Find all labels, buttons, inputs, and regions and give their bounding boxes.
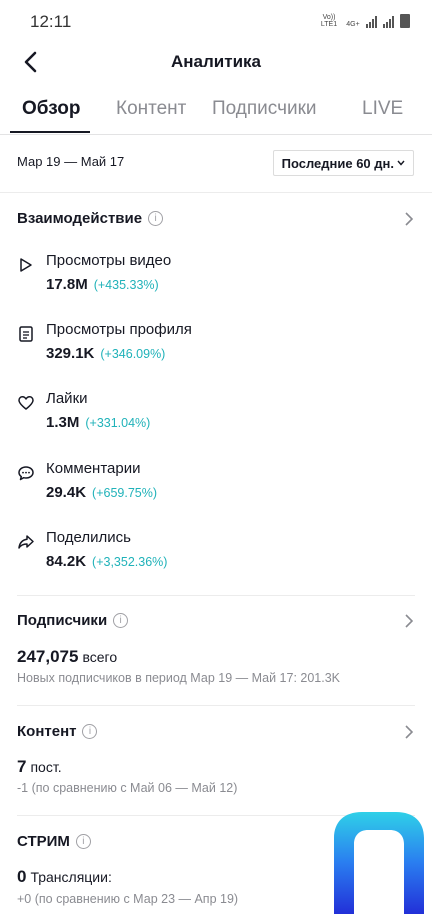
tab-bar: Обзор Контент Подписчики LIVE bbox=[0, 86, 432, 135]
date-range-row: Мар 19 — Май 17 Последние 60 дн. bbox=[0, 134, 432, 193]
metric-value: 29.4K bbox=[46, 484, 87, 501]
followers-title[interactable]: Подписчики i bbox=[17, 612, 129, 629]
metric-value: 17.8M bbox=[46, 276, 88, 293]
divider bbox=[17, 595, 415, 596]
metric-label: Поделились bbox=[46, 529, 131, 546]
content-chevron-right-icon[interactable] bbox=[402, 725, 416, 739]
system-icons: Vo)) LTE1 4G+ bbox=[318, 14, 410, 28]
network-text: Vo)) LTE1 bbox=[320, 14, 338, 28]
battery-icon bbox=[400, 14, 410, 28]
metric-value-row: 329.1K (+346.09%) bbox=[46, 345, 165, 362]
metric-value: 329.1K bbox=[46, 345, 95, 362]
followers-count: 247,075 bbox=[17, 647, 79, 666]
metric-likes: Лайки 1.3M (+331.04%) bbox=[0, 390, 432, 450]
page-title: Аналитика bbox=[171, 52, 261, 71]
status-time: 12:11 bbox=[30, 12, 72, 31]
heart-icon bbox=[18, 396, 34, 410]
tab-overview[interactable]: Обзор bbox=[22, 98, 80, 120]
info-icon[interactable]: i bbox=[82, 724, 98, 739]
metric-video-views: Просмотры видео 17.8M (+435.33%) bbox=[0, 252, 432, 312]
signal-bars-1-icon bbox=[366, 16, 377, 28]
tab-active-indicator bbox=[10, 131, 90, 133]
signal-bars-2-icon bbox=[383, 16, 394, 28]
content-title-text: Контент bbox=[17, 723, 77, 740]
engagement-title[interactable]: Взаимодействие i bbox=[17, 210, 164, 227]
share-icon bbox=[18, 535, 34, 549]
metric-value: 84.2K bbox=[46, 553, 87, 570]
metric-value-row: 1.3M (+331.04%) bbox=[46, 414, 150, 431]
metric-value-row: 84.2K (+3,352.36%) bbox=[46, 553, 167, 570]
metric-value-row: 29.4K (+659.75%) bbox=[46, 484, 157, 501]
live-note: +0 (по сравнению с Мар 23 — Апр 19) bbox=[17, 892, 239, 906]
metric-comments: Комментарии 29.4K (+659.75%) bbox=[0, 460, 432, 520]
metric-profile-views: Просмотры профиля 329.1K (+346.09%) bbox=[0, 321, 432, 381]
tab-live[interactable]: LIVE bbox=[362, 98, 403, 120]
live-title-text: СТРИМ bbox=[17, 833, 70, 850]
metric-value: 1.3M bbox=[46, 414, 80, 431]
live-title[interactable]: СТРИМ i bbox=[17, 833, 91, 850]
watermark-logo bbox=[334, 812, 424, 914]
metric-shares: Поделились 84.2K (+3,352.36%) bbox=[0, 529, 432, 589]
metric-label: Комментарии bbox=[46, 460, 141, 477]
period-dropdown[interactable]: Последние 60 дн. bbox=[272, 150, 414, 176]
metric-delta: (+3,352.36%) bbox=[92, 555, 168, 569]
followers-chevron-right-icon[interactable] bbox=[402, 614, 416, 628]
signal-type: 4G+ bbox=[346, 21, 360, 28]
status-bar: 12:11 Vo)) LTE1 4G+ bbox=[0, 0, 432, 42]
live-unit: Трансляции: bbox=[30, 869, 112, 885]
info-icon[interactable]: i bbox=[113, 613, 129, 628]
metric-delta: (+435.33%) bbox=[93, 278, 159, 292]
followers-note: Новых подписчиков в период Мар 19 — Май … bbox=[17, 671, 341, 685]
metric-label: Просмотры видео bbox=[46, 252, 172, 269]
metric-delta: (+346.09%) bbox=[100, 347, 166, 361]
chevron-down-icon bbox=[397, 160, 405, 166]
content-total: 7 пост. bbox=[17, 757, 62, 777]
tab-followers[interactable]: Подписчики bbox=[212, 98, 317, 120]
header: Аналитика bbox=[0, 42, 432, 84]
content-title[interactable]: Контент i bbox=[17, 723, 98, 740]
content-unit: пост. bbox=[30, 759, 62, 775]
content-note: -1 (по сравнению с Май 06 — Май 12) bbox=[17, 781, 238, 795]
date-range-label: Мар 19 — Май 17 bbox=[17, 154, 125, 169]
period-dropdown-label: Последние 60 дн. bbox=[281, 155, 394, 171]
metric-delta: (+659.75%) bbox=[92, 486, 158, 500]
metric-label: Просмотры профиля bbox=[46, 321, 192, 338]
engagement-chevron-right-icon[interactable] bbox=[402, 212, 416, 226]
profile-icon bbox=[19, 326, 33, 342]
content-count: 7 bbox=[17, 757, 27, 776]
metric-value-row: 17.8M (+435.33%) bbox=[46, 276, 159, 293]
info-icon[interactable]: i bbox=[75, 834, 91, 849]
divider bbox=[17, 705, 415, 706]
info-icon[interactable]: i bbox=[148, 211, 164, 226]
followers-title-text: Подписчики bbox=[17, 612, 108, 629]
engagement-title-text: Взаимодействие bbox=[17, 210, 143, 227]
metric-delta: (+331.04%) bbox=[85, 416, 151, 430]
network-label: Vo)) LTE1 bbox=[318, 14, 340, 28]
play-icon bbox=[20, 258, 32, 272]
metric-label: Лайки bbox=[46, 390, 88, 407]
live-count: 0 bbox=[17, 867, 27, 886]
comment-icon bbox=[18, 466, 34, 481]
live-total: 0 Трансляции: bbox=[17, 867, 112, 887]
followers-unit: всего bbox=[82, 649, 118, 665]
tab-content[interactable]: Контент bbox=[116, 98, 186, 120]
followers-total: 247,075 всего bbox=[17, 647, 117, 667]
